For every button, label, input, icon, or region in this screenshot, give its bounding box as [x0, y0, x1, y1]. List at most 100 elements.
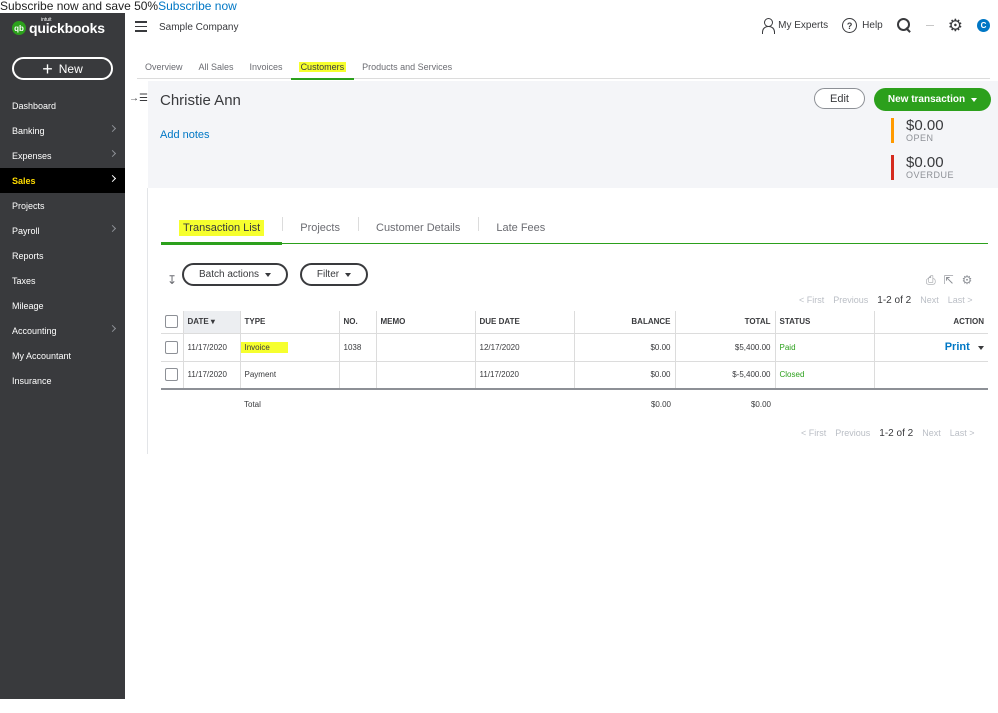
- tab-customers[interactable]: Customers: [290, 55, 355, 80]
- sidebar-item-insurance[interactable]: Insurance: [0, 368, 125, 393]
- cell-total: $5,400.00: [675, 333, 776, 362]
- cell-date: 11/17/2020: [183, 333, 241, 362]
- gear-icon: ⚙: [947, 16, 963, 35]
- filter-button[interactable]: Filter: [300, 263, 368, 286]
- tab-products-and-services[interactable]: Products and Services: [354, 55, 460, 79]
- intuit-wordmark: intuit: [41, 17, 52, 23]
- cell-memo: [376, 333, 476, 362]
- caret-down-icon[interactable]: [978, 346, 984, 350]
- sidebar-item-label: My Accountant: [12, 350, 72, 361]
- row-select-cell: [161, 361, 184, 390]
- column-header-date[interactable]: DATE ▾: [183, 311, 241, 334]
- table-total-row: Total $0.00 $0.00: [161, 389, 988, 419]
- sidebar-item-accounting[interactable]: Accounting: [0, 318, 125, 343]
- subscribe-link[interactable]: Subscribe now: [158, 0, 237, 13]
- sidebar-item-label: Reports: [12, 250, 44, 261]
- row-checkbox[interactable]: [165, 340, 178, 354]
- table-row[interactable]: 11/17/2020 Invoice 1038 12/17/2020 $0.00…: [161, 333, 988, 362]
- pager-next[interactable]: Next: [920, 295, 939, 306]
- qb-logo-icon: qb: [12, 21, 26, 35]
- gear-icon[interactable]: ⚙: [962, 273, 973, 288]
- cell-no: 1038: [339, 333, 377, 362]
- batch-actions-button[interactable]: Batch actions: [182, 263, 288, 286]
- total-balance: $0.00: [650, 400, 671, 409]
- sidebar-item-label: Mileage: [12, 300, 44, 311]
- edit-button[interactable]: Edit: [814, 88, 865, 109]
- table-row[interactable]: 11/17/2020 Payment 11/17/2020 $0.00 $-5,…: [161, 361, 988, 390]
- avatar: C: [977, 19, 990, 32]
- sidebar-item-reports[interactable]: Reports: [0, 243, 125, 268]
- cell-type-text: Invoice: [240, 341, 288, 353]
- pager-previous[interactable]: Previous: [833, 295, 868, 306]
- open-amount-label: OPEN: [906, 133, 934, 143]
- add-notes-link[interactable]: Add notes: [160, 129, 210, 141]
- sidebar-item-label: Expenses: [12, 150, 52, 161]
- column-header-type[interactable]: TYPE: [240, 311, 340, 334]
- pager-first[interactable]: < First: [799, 295, 824, 306]
- quickbooks-logo[interactable]: intuit qb quickbooks: [12, 17, 105, 36]
- pager-last[interactable]: Last >: [950, 428, 975, 439]
- chevron-right-icon: [108, 324, 117, 333]
- column-header-no[interactable]: NO.: [339, 311, 377, 334]
- sidebar-item-label: Sales: [12, 175, 36, 186]
- print-action-link[interactable]: Print: [945, 341, 970, 353]
- column-header-total[interactable]: TOTAL: [675, 311, 776, 334]
- sidebar-nav: Dashboard Banking Expenses Sales Project…: [0, 93, 125, 393]
- new-transaction-button[interactable]: New transaction: [874, 88, 991, 111]
- sidebar-item-taxes[interactable]: Taxes: [0, 268, 125, 293]
- sidebar-item-my-accountant[interactable]: My Accountant: [0, 343, 125, 368]
- collapse-panel-icon[interactable]: →☰: [129, 93, 148, 104]
- cell-due-date: 11/17/2020: [475, 361, 575, 390]
- sidebar-item-label: Dashboard: [12, 100, 57, 111]
- pager-last[interactable]: Last >: [948, 295, 973, 306]
- tab-invoices[interactable]: Invoices: [242, 55, 291, 79]
- column-header-due-date[interactable]: DUE DATE: [475, 311, 575, 334]
- tab-overview[interactable]: Overview: [137, 55, 191, 79]
- column-header-memo[interactable]: MEMO: [376, 311, 476, 334]
- tab-customer-details[interactable]: Customer Details: [358, 213, 478, 243]
- pager-previous[interactable]: Previous: [835, 428, 870, 439]
- table-header-row: DATE ▾ TYPE NO. MEMO DUE DATE BALANCE TO…: [161, 311, 988, 334]
- caret-down-icon: [971, 97, 978, 102]
- help-button[interactable]: ? Help: [842, 18, 883, 33]
- print-icon[interactable]: ⎙: [926, 273, 936, 288]
- pager-count: 1-2 of 2: [877, 295, 912, 306]
- pager-next[interactable]: Next: [922, 428, 941, 439]
- sort-arrow-icon[interactable]: ↧: [167, 273, 177, 287]
- new-button[interactable]: + New: [12, 57, 113, 80]
- table-tools: ⎙ ⇱ ⚙: [926, 273, 980, 288]
- sidebar-item-expenses[interactable]: Expenses: [0, 143, 125, 168]
- sidebar-item-sales[interactable]: Sales: [0, 168, 125, 193]
- column-header-balance[interactable]: BALANCE: [574, 311, 676, 334]
- sidebar-item-projects[interactable]: Projects: [0, 193, 125, 218]
- sidebar-item-dashboard[interactable]: Dashboard: [0, 93, 125, 118]
- export-icon[interactable]: ⇱: [944, 273, 954, 288]
- tab-late-fees[interactable]: Late Fees: [478, 213, 563, 243]
- top-right-toolbar: My Experts ? Help ⚙ C: [748, 17, 990, 34]
- search-button[interactable]: [896, 18, 912, 33]
- row-checkbox[interactable]: [165, 368, 178, 382]
- pager-first[interactable]: < First: [801, 428, 826, 439]
- tab-projects[interactable]: Projects: [282, 213, 358, 243]
- column-header-status[interactable]: STATUS: [775, 311, 875, 334]
- cell-balance: $0.00: [574, 333, 676, 362]
- tab-transaction-list[interactable]: Transaction List: [161, 213, 283, 245]
- sidebar-item-payroll[interactable]: Payroll: [0, 218, 125, 243]
- hamburger-menu-icon[interactable]: [135, 21, 147, 32]
- new-transaction-label: New transaction: [887, 94, 966, 105]
- account-avatar[interactable]: C: [977, 19, 990, 32]
- sidebar-item-banking[interactable]: Banking: [0, 118, 125, 143]
- settings-button[interactable]: ⚙: [948, 17, 963, 34]
- help-icon: ?: [842, 18, 858, 33]
- select-all-checkbox[interactable]: [165, 315, 178, 329]
- sidebar-item-mileage[interactable]: Mileage: [0, 293, 125, 318]
- sidebar-item-label: Banking: [12, 125, 45, 136]
- sidebar-item-label: Taxes: [12, 275, 36, 286]
- tab-all-sales[interactable]: All Sales: [191, 55, 242, 79]
- cell-total: $-5,400.00: [675, 361, 776, 390]
- my-experts-button[interactable]: My Experts: [762, 17, 828, 34]
- cell-status: Paid: [775, 333, 875, 362]
- help-label: Help: [862, 20, 883, 31]
- promo-text: Subscribe now and save 50%: [0, 0, 159, 13]
- filter-label: Filter: [316, 269, 340, 280]
